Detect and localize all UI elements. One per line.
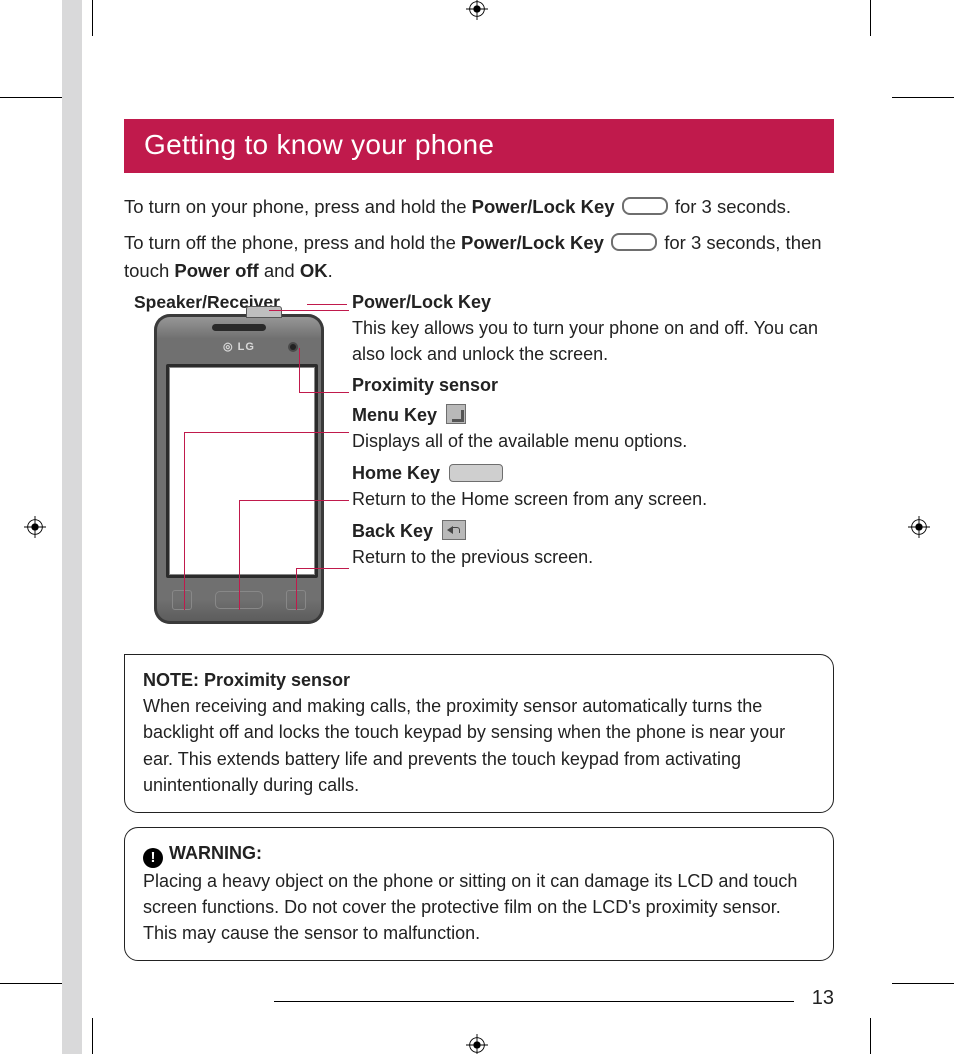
power-button-icon (246, 306, 282, 318)
page-number: 13 (812, 987, 834, 1010)
callout-title: Power/Lock Key (352, 292, 842, 313)
home-key-glyph-icon (449, 464, 503, 482)
power-lock-key-label: Power/Lock Key (472, 196, 615, 217)
menu-key-glyph-icon (446, 404, 466, 424)
registration-mark-icon (466, 1034, 488, 1054)
crop-mark (892, 97, 954, 98)
warning-icon: ! (143, 848, 163, 868)
callout-lead (307, 304, 347, 305)
callout-desc: Return to the previous screen. (352, 544, 842, 570)
text: Menu Key (352, 405, 437, 425)
crop-mark (0, 97, 62, 98)
callout-lead (184, 432, 349, 433)
callout-lead (269, 310, 349, 311)
callout-menu-key: Menu Key Displays all of the available m… (352, 404, 842, 454)
callout-power-lock: Power/Lock Key This key allows you to tu… (352, 292, 842, 367)
callout-desc: Return to the Home screen from any scree… (352, 486, 842, 512)
note-body: When receiving and making calls, the pro… (143, 696, 785, 794)
warning-body: Placing a heavy object on the phone or s… (143, 871, 797, 943)
callout-proximity: Proximity sensor (352, 375, 842, 396)
crop-mark (870, 0, 871, 36)
power-lock-key-label: Power/Lock Key (461, 232, 604, 253)
text: Back Key (352, 521, 433, 541)
text: To turn on your phone, press and hold th… (124, 196, 472, 217)
callout-title: Home Key (352, 463, 842, 484)
crop-mark (92, 1018, 93, 1054)
note-title: NOTE: Proximity sensor (143, 670, 350, 690)
callout-lead (299, 392, 349, 393)
registration-mark-icon (466, 0, 488, 20)
power-lock-key-icon (622, 197, 668, 215)
callout-desc: This key allows you to turn your phone o… (352, 315, 842, 367)
text-bold: Power off (174, 260, 258, 281)
registration-mark-icon (24, 516, 46, 538)
callout-title: Menu Key (352, 404, 842, 426)
callout-lead (296, 568, 350, 610)
earpiece-icon (212, 324, 266, 331)
note-box: NOTE: Proximity sensor When receiving an… (124, 654, 834, 812)
crop-mark (92, 0, 93, 36)
callout-title: Proximity sensor (352, 375, 842, 396)
page-footer-rule (274, 1001, 794, 1002)
callout-desc: Displays all of the available menu optio… (352, 428, 842, 454)
warning-title: WARNING: (169, 843, 262, 863)
text: . (328, 260, 333, 281)
text: and (264, 260, 300, 281)
callout-title: Back Key (352, 520, 842, 542)
warning-box: ! WARNING: Placing a heavy object on the … (124, 827, 834, 961)
registration-mark-icon (908, 516, 930, 538)
callout-home-key: Home Key Return to the Home screen from … (352, 463, 842, 512)
callout-lead (296, 568, 349, 569)
back-key-glyph-icon (442, 520, 466, 540)
binding-strip (62, 0, 82, 1054)
text-bold: OK (300, 260, 328, 281)
intro-line-1: To turn on your phone, press and hold th… (124, 193, 834, 221)
callout-lead (299, 348, 350, 392)
text: for 3 seconds. (675, 196, 791, 217)
callout-lead (239, 500, 349, 501)
power-lock-key-icon (611, 233, 657, 251)
section-title: Getting to know your phone (124, 119, 834, 173)
text: To turn off the phone, press and hold th… (124, 232, 461, 253)
crop-mark (0, 983, 62, 984)
text: Home Key (352, 463, 440, 483)
crop-mark (870, 1018, 871, 1054)
intro-line-2: To turn off the phone, press and hold th… (124, 229, 834, 285)
callout-back-key: Back Key Return to the previous screen. (352, 520, 842, 570)
crop-mark (892, 983, 954, 984)
